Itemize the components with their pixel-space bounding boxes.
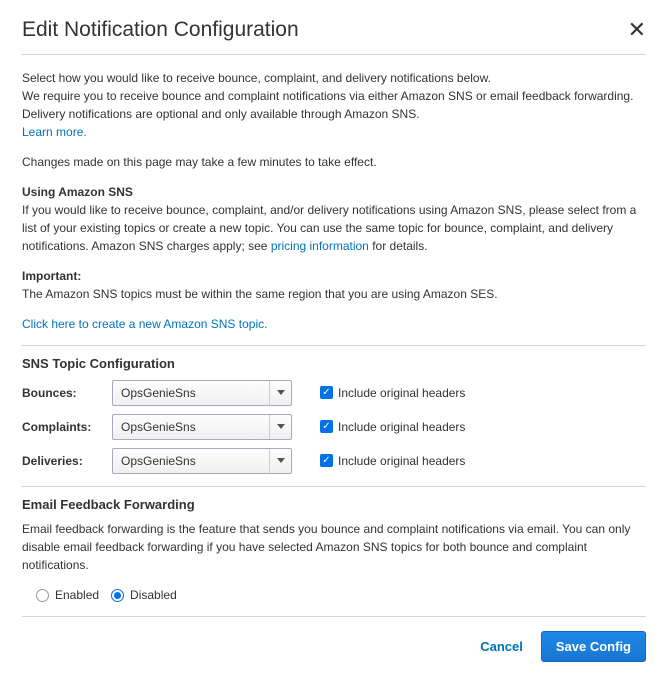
complaints-include-headers-label: Include original headers — [338, 418, 465, 436]
complaints-select-value: OpsGenieSns — [121, 418, 196, 436]
create-sns-topic-link[interactable]: Click here to create a new Amazon SNS to… — [22, 317, 267, 331]
bounces-include-headers-label: Include original headers — [338, 384, 465, 402]
bounces-label: Bounces: — [22, 384, 112, 402]
intro-line2: We require you to receive bounce and com… — [22, 89, 633, 121]
feedback-enabled-label: Enabled — [55, 586, 99, 604]
important-section: Important: The Amazon SNS topics must be… — [22, 267, 646, 303]
checkmark-icon: ✓ — [322, 456, 330, 466]
divider — [22, 345, 646, 346]
changes-note: Changes made on this page may take a few… — [22, 153, 646, 171]
important-heading: Important: — [22, 269, 81, 283]
complaints-include-headers-checkbox[interactable]: ✓ — [320, 420, 333, 433]
deliveries-include-headers-checkbox[interactable]: ✓ — [320, 454, 333, 467]
dialog-title: Edit Notification Configuration — [22, 18, 299, 42]
feedback-disabled-label: Disabled — [130, 586, 177, 604]
bounces-include-headers-checkbox[interactable]: ✓ — [320, 386, 333, 399]
chevron-down-icon — [269, 415, 291, 439]
feedback-radio-group: Enabled Disabled — [36, 586, 646, 604]
bounces-row: Bounces: OpsGenieSns ✓ Include original … — [22, 380, 646, 406]
using-sns-body-suffix: for details. — [369, 239, 428, 253]
close-icon[interactable]: ✕ — [628, 19, 646, 41]
dialog-header: Edit Notification Configuration ✕ — [22, 18, 646, 55]
deliveries-row: Deliveries: OpsGenieSns ✓ Include origin… — [22, 448, 646, 474]
using-sns-heading: Using Amazon SNS — [22, 185, 133, 199]
deliveries-select[interactable]: OpsGenieSns — [112, 448, 292, 474]
save-config-button[interactable]: Save Config — [541, 631, 646, 662]
sns-config-title: SNS Topic Configuration — [22, 354, 646, 374]
deliveries-include-headers-label: Include original headers — [338, 452, 465, 470]
checkmark-icon: ✓ — [322, 388, 330, 398]
dialog-footer: Cancel Save Config — [22, 631, 646, 662]
chevron-down-icon — [269, 449, 291, 473]
deliveries-select-value: OpsGenieSns — [121, 452, 196, 470]
radio-dot-icon — [114, 592, 121, 599]
divider — [22, 486, 646, 487]
bounces-select-value: OpsGenieSns — [121, 384, 196, 402]
intro-paragraph: Select how you would like to receive bou… — [22, 69, 646, 141]
dialog-content: Select how you would like to receive bou… — [22, 69, 646, 662]
using-sns-section: Using Amazon SNS If you would like to re… — [22, 183, 646, 255]
checkmark-icon: ✓ — [322, 422, 330, 432]
deliveries-label: Deliveries: — [22, 452, 112, 470]
pricing-info-link[interactable]: pricing information — [271, 239, 369, 253]
feedback-body: Email feedback forwarding is the feature… — [22, 520, 646, 574]
complaints-select[interactable]: OpsGenieSns — [112, 414, 292, 440]
divider — [22, 616, 646, 617]
complaints-row: Complaints: OpsGenieSns ✓ Include origin… — [22, 414, 646, 440]
feedback-title: Email Feedback Forwarding — [22, 495, 646, 515]
intro-line1: Select how you would like to receive bou… — [22, 71, 491, 85]
learn-more-link[interactable]: Learn more. — [22, 125, 87, 139]
bounces-select[interactable]: OpsGenieSns — [112, 380, 292, 406]
cancel-button[interactable]: Cancel — [480, 637, 523, 657]
important-body: The Amazon SNS topics must be within the… — [22, 287, 498, 301]
complaints-label: Complaints: — [22, 418, 112, 436]
chevron-down-icon — [269, 381, 291, 405]
